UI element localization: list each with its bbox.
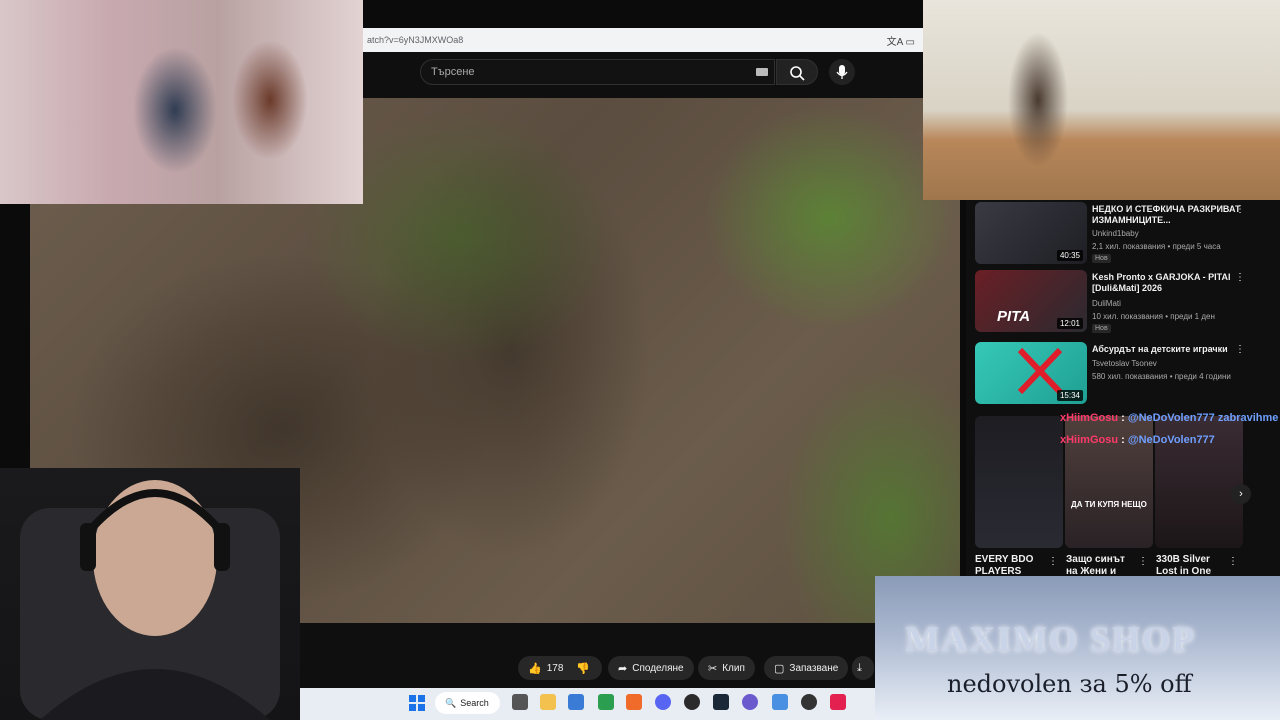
chat-text: @NeDoVolen777 zabravihme bbox=[1127, 412, 1279, 424]
recommendation-item[interactable]: 15:34 Абсурдът на детските играчки Tsvet… bbox=[975, 342, 1275, 406]
video-meta: 10 хил. показвания • преди 1 ден bbox=[1092, 312, 1215, 321]
brave-browser-icon[interactable] bbox=[626, 694, 642, 710]
recommendation-item[interactable]: 40:35 НЕДКО И СТЕФКИЧА РАЗКРИВАТ ИЗМАМНИ… bbox=[975, 202, 1275, 266]
video-meta: 580 хил. показвания • преди 4 години bbox=[1092, 372, 1231, 381]
steam-icon[interactable] bbox=[713, 694, 729, 710]
chat-username: xHiimGosu bbox=[1060, 434, 1119, 446]
store-icon[interactable] bbox=[568, 694, 584, 710]
shorts-next-button[interactable]: › bbox=[1231, 484, 1251, 504]
clip-button[interactable]: ✂ Клип bbox=[698, 656, 755, 680]
thumbnail-caption: ДА ТИ КУПЯ НЕЩО bbox=[1071, 500, 1147, 509]
search-input[interactable]: Търсене bbox=[420, 59, 775, 85]
more-options-icon[interactable]: ⋮ bbox=[1138, 556, 1148, 567]
translate-icon[interactable]: 文A ▭ bbox=[887, 33, 915, 48]
app-icon[interactable] bbox=[742, 694, 758, 710]
address-url[interactable]: atch?v=6yN3JMXWOa8 bbox=[367, 35, 463, 45]
microphone-icon bbox=[836, 65, 848, 79]
save-label: Запазване bbox=[789, 662, 839, 674]
webcam-room bbox=[0, 0, 363, 204]
sponsor-banner: MAXIMO SHOP nedovolen за 5% off bbox=[875, 576, 1280, 720]
shorts-title[interactable]: Защо синът на Жени и bbox=[1066, 554, 1136, 578]
chat-username: xHiimGosu bbox=[1060, 412, 1119, 424]
file-explorer-icon[interactable] bbox=[540, 694, 556, 710]
share-button[interactable]: ➦ Споделяне bbox=[608, 656, 694, 680]
search-icon: 🔍 bbox=[445, 697, 457, 708]
voice-search-button[interactable] bbox=[829, 59, 855, 85]
scissors-icon: ✂ bbox=[708, 662, 718, 675]
windows-start-icon[interactable] bbox=[409, 695, 425, 711]
shorts-title[interactable]: 330B Silver Lost in One bbox=[1156, 554, 1226, 578]
shorts-title[interactable]: EVERY BDO PLAYERS bbox=[975, 554, 1045, 578]
like-dislike-group[interactable]: 👍 178 👎 bbox=[518, 656, 602, 680]
video-duration: 15:34 bbox=[1056, 390, 1083, 401]
thumbs-down-icon[interactable]: 👎 bbox=[576, 662, 590, 675]
share-label: Споделяне bbox=[632, 662, 684, 674]
video-title[interactable]: НЕДКО И СТЕФКИЧА РАЗКРИВАТ ИЗМАМНИЦИТЕ..… bbox=[1092, 204, 1242, 226]
sponsor-promo: nedovolen за 5% off bbox=[947, 670, 1192, 698]
screen: atch?v=6yN3JMXWOa8 文A ▭ Търсене 👍 178 👎 … bbox=[0, 0, 1280, 720]
windows-taskbar bbox=[300, 688, 875, 720]
video-meta: 2,1 хил. показвания • преди 5 часа bbox=[1092, 242, 1221, 251]
video-thumbnail[interactable]: 15:34 bbox=[975, 342, 1087, 404]
new-badge: Нов bbox=[1092, 324, 1111, 333]
webcam-streamer bbox=[0, 468, 300, 720]
video-title[interactable]: Абсурдът на детските играчки bbox=[1092, 344, 1242, 355]
download-icon: ⤓ bbox=[857, 661, 862, 674]
tiktok-icon[interactable] bbox=[830, 694, 846, 710]
thumbnail-text: PITA bbox=[997, 308, 1031, 325]
download-button[interactable]: ⤓ bbox=[852, 656, 874, 680]
sponsor-brand: MAXIMO SHOP bbox=[905, 619, 1196, 659]
chat-text: @NeDoVolen777 bbox=[1127, 434, 1215, 446]
thumbs-up-icon[interactable]: 👍 bbox=[528, 662, 542, 675]
video-duration: 12:01 bbox=[1056, 318, 1083, 329]
obs-icon[interactable] bbox=[801, 694, 817, 710]
blocked-app-icon[interactable] bbox=[684, 694, 700, 710]
recommendation-item[interactable]: PITA 12:01 Kesh Pronto x GARJOKA - PITAI… bbox=[975, 270, 1275, 334]
chat-message: xHiimGosu : @NeDoVolen777 zabravihme bbox=[1060, 412, 1278, 424]
chat-message: xHiimGosu : @NeDoVolen777 bbox=[1060, 434, 1215, 446]
clip-label: Клип bbox=[722, 662, 745, 674]
channel-name[interactable]: Unkind1baby bbox=[1092, 229, 1139, 238]
browser-address-bar[interactable]: atch?v=6yN3JMXWOa8 文A ▭ bbox=[363, 28, 923, 52]
save-button[interactable]: ▢ Запазване bbox=[764, 656, 849, 680]
search-placeholder: Търсене bbox=[431, 66, 475, 78]
discord-icon[interactable] bbox=[655, 694, 671, 710]
shorts-thumbnail[interactable] bbox=[975, 416, 1063, 548]
more-options-icon[interactable]: ⋮ bbox=[1235, 344, 1245, 355]
streamer-silhouette bbox=[20, 480, 280, 720]
task-view-icon[interactable] bbox=[512, 694, 528, 710]
search-button[interactable] bbox=[776, 59, 818, 85]
channel-name[interactable]: DuliMati bbox=[1092, 299, 1121, 308]
channel-name[interactable]: Tsvetoslav Tsonev bbox=[1092, 359, 1157, 368]
save-icon: ▢ bbox=[774, 662, 785, 675]
taskbar-search-label: Search bbox=[460, 698, 489, 708]
video-thumbnail[interactable]: PITA 12:01 bbox=[975, 270, 1087, 332]
search-icon bbox=[790, 66, 805, 81]
keyboard-icon[interactable] bbox=[756, 68, 768, 76]
more-options-icon[interactable]: ⋮ bbox=[1235, 204, 1245, 215]
share-icon: ➦ bbox=[618, 662, 628, 675]
video-title[interactable]: Kesh Pronto x GARJOKA - PITAI [Duli&Mati… bbox=[1092, 272, 1242, 294]
new-badge: Нов bbox=[1092, 254, 1111, 263]
like-count: 178 bbox=[546, 662, 564, 674]
more-options-icon[interactable]: ⋮ bbox=[1235, 272, 1245, 283]
video-thumbnail[interactable]: 40:35 bbox=[975, 202, 1087, 264]
app-icon[interactable] bbox=[772, 694, 788, 710]
taskbar-search[interactable]: 🔍 Search bbox=[435, 692, 500, 714]
video-duration: 40:35 bbox=[1056, 250, 1083, 261]
chat-separator: : bbox=[1118, 434, 1128, 446]
more-options-icon[interactable]: ⋮ bbox=[1048, 556, 1058, 567]
app-icon[interactable] bbox=[598, 694, 614, 710]
webcam-kitchen bbox=[923, 0, 1280, 200]
more-options-icon[interactable]: ⋮ bbox=[1228, 556, 1238, 567]
chat-separator: : bbox=[1118, 412, 1128, 424]
